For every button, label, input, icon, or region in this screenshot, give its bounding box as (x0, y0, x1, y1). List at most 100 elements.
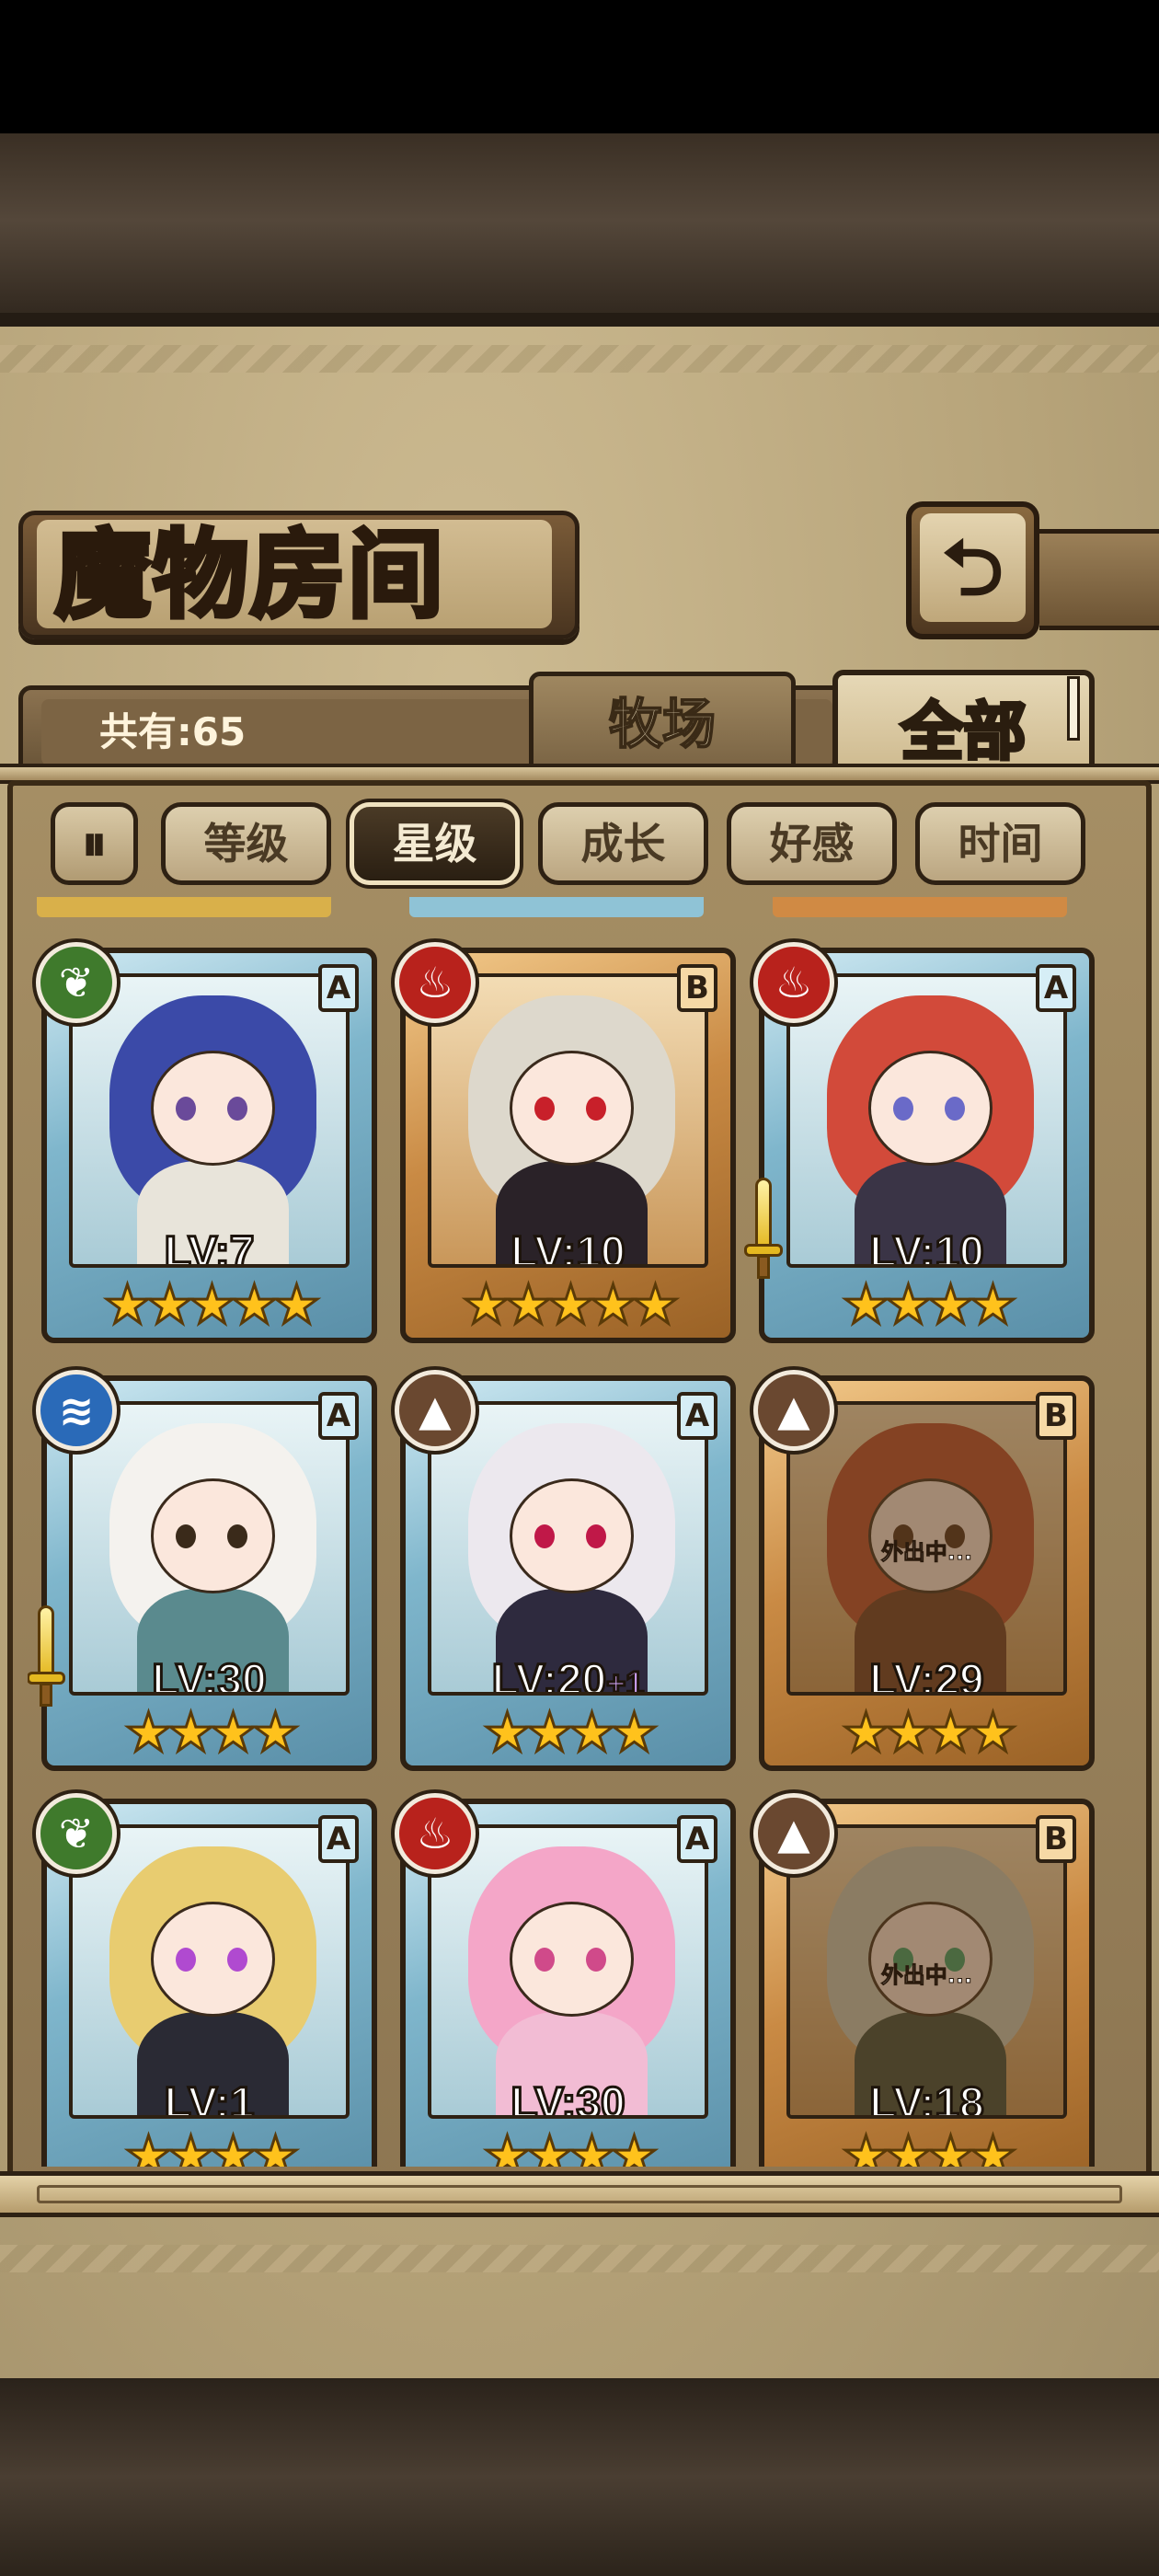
away-status: 外出中... (880, 1962, 973, 1989)
monster-card[interactable]: LV:1 ❦ A ★★★★ (36, 1793, 377, 2168)
game-screen: 魔物房间 ⮌ 共有:65 牧场 全部 ⏸ 等级 星级 成长 好感 时间 LV:7… (0, 0, 1159, 2576)
tab-decoration (1067, 676, 1080, 741)
monster-level: LV:10 (790, 1227, 1063, 1268)
grade-badge: A (677, 1815, 717, 1863)
back-button-rail (1039, 529, 1159, 630)
portrait-eye (586, 1948, 606, 1972)
earth-element-icon: ▲ (753, 1793, 834, 1874)
away-status: 外出中... (880, 1539, 973, 1566)
earth-element-icon: ▲ (395, 1370, 476, 1451)
monster-portrait: LV:7 (69, 973, 350, 1268)
portrait-face (868, 1051, 993, 1166)
leaf-element-icon: ❦ (36, 1793, 117, 1874)
portrait-face (151, 1478, 275, 1593)
fire-element-icon: ♨ (395, 942, 476, 1023)
monster-portrait: LV:30 (428, 1824, 708, 2119)
monster-card[interactable]: LV:30 ♨ A ★★★★ (395, 1793, 736, 2168)
star-rating: ★★★★ (482, 1701, 660, 1765)
monster-portrait: LV:10 (428, 973, 708, 1268)
portrait-face (510, 1051, 634, 1166)
level-bonus: +1 (605, 1663, 646, 1696)
fire-element-icon: ♨ (753, 942, 834, 1023)
portrait-eye (176, 1524, 196, 1548)
portrait-face (151, 1902, 275, 2017)
star-rating: ★★★★ (841, 1273, 1018, 1337)
level-value: LV:10 (510, 1227, 626, 1268)
world-map-background-bottom (0, 2378, 1159, 2576)
monster-level: LV:18 (790, 2078, 1063, 2119)
monster-card[interactable]: 外出中... LV:18 ▲ B ★★★★ (753, 1793, 1095, 2167)
water-element-icon: ≋ (36, 1370, 117, 1451)
monster-portrait: LV:30 (69, 1401, 350, 1696)
monster-card[interactable]: LV:10 ♨ A ★★★★ (744, 942, 1095, 1343)
portrait-eye (586, 1524, 606, 1548)
monster-card[interactable]: 外出中... LV:29 ▲ B ★★★★ (753, 1370, 1095, 1771)
previous-row-card-edge (37, 897, 331, 917)
star-rating: ★★★★ (482, 2124, 660, 2168)
monster-level: LV:29 (790, 1655, 1063, 1696)
grade-badge: B (677, 964, 717, 1012)
monster-card[interactable]: LV:7 ❦ A ★★★★★ (36, 942, 377, 1343)
return-arrow-icon[interactable]: ⮌ (920, 513, 1026, 622)
portrait-eye (227, 1097, 247, 1121)
portrait-eye (534, 1097, 555, 1121)
leaf-element-icon: ❦ (36, 942, 117, 1023)
portrait-face (510, 1902, 634, 2017)
sword-icon (28, 1605, 65, 1707)
star-rating: ★★★★★ (461, 1273, 681, 1337)
portrait-eye (945, 1097, 965, 1121)
tab-ranch[interactable]: 牧场 (529, 672, 796, 773)
monster-card[interactable]: LV:20+1 ▲ A ★★★★ (395, 1370, 736, 1771)
world-map-background-top (0, 133, 1159, 327)
portrait-eye (227, 1948, 247, 1972)
monster-level: LV:1 (73, 2078, 346, 2119)
star-rating: ★★★★★ (102, 1273, 322, 1337)
portrait-eye (227, 1524, 247, 1548)
sort-button-growth[interactable]: 成长 (538, 802, 708, 885)
grade-badge: A (1036, 964, 1076, 1012)
star-rating: ★★★★ (123, 2124, 301, 2168)
sort-button-affection[interactable]: 好感 (727, 802, 897, 885)
portrait-eye (534, 1524, 555, 1548)
portrait-face (151, 1051, 275, 1166)
monster-portrait: LV:20+1 (428, 1401, 708, 1696)
monster-portrait: 外出中... LV:29 (786, 1401, 1067, 1696)
previous-row-card-edge (773, 897, 1067, 917)
decorative-border (0, 2245, 1159, 2272)
level-value: LV:1 (163, 2078, 256, 2119)
status-bar (0, 0, 1159, 133)
grade-badge: A (318, 1815, 359, 1863)
level-value: LV:30 (151, 1655, 268, 1696)
divider (0, 313, 1159, 328)
monster-level: LV:30 (73, 1655, 346, 1696)
grade-badge: B (1036, 1392, 1076, 1440)
portrait-eye (586, 1097, 606, 1121)
monster-count: 共有:65 (99, 709, 247, 754)
grade-badge: A (677, 1392, 717, 1440)
sort-button-level[interactable]: 等级 (161, 802, 331, 885)
level-value: LV:10 (868, 1227, 985, 1268)
earth-element-icon: ▲ (753, 1370, 834, 1451)
portrait-eye (534, 1948, 555, 1972)
monster-level: LV:20+1 (431, 1655, 705, 1696)
decorative-border (0, 345, 1159, 373)
monster-grid[interactable]: LV:7 ❦ A ★★★★★ LV:10 ♨ B ★★★★★ LV:10 ♨ A ★★★★ LV:30 ≋… (28, 897, 1131, 2167)
sort-button-stars[interactable]: 星级 (350, 802, 520, 885)
page-title: 魔物房间 (53, 516, 446, 634)
sort-button-time[interactable]: 时间 (915, 802, 1085, 885)
star-rating: ★★★★ (841, 1701, 1018, 1765)
portrait-eye (176, 1097, 196, 1121)
monster-card[interactable]: LV:30 ≋ A ★★★★ (28, 1370, 377, 1771)
portrait-face (510, 1478, 634, 1593)
monster-portrait: 外出中... LV:18 (786, 1824, 1067, 2119)
portrait-eye (893, 1097, 913, 1121)
sort-order-toggle-icon[interactable]: ⏸ (51, 802, 138, 885)
previous-row-card-edge (409, 897, 704, 917)
level-value: LV:18 (868, 2078, 985, 2119)
level-value: LV:29 (868, 1655, 985, 1696)
level-value: LV:20 (490, 1655, 607, 1696)
level-value: LV:7 (163, 1227, 256, 1268)
grade-badge: A (318, 1392, 359, 1440)
monster-portrait: LV:10 (786, 973, 1067, 1268)
monster-card[interactable]: LV:10 ♨ B ★★★★★ (395, 942, 736, 1343)
